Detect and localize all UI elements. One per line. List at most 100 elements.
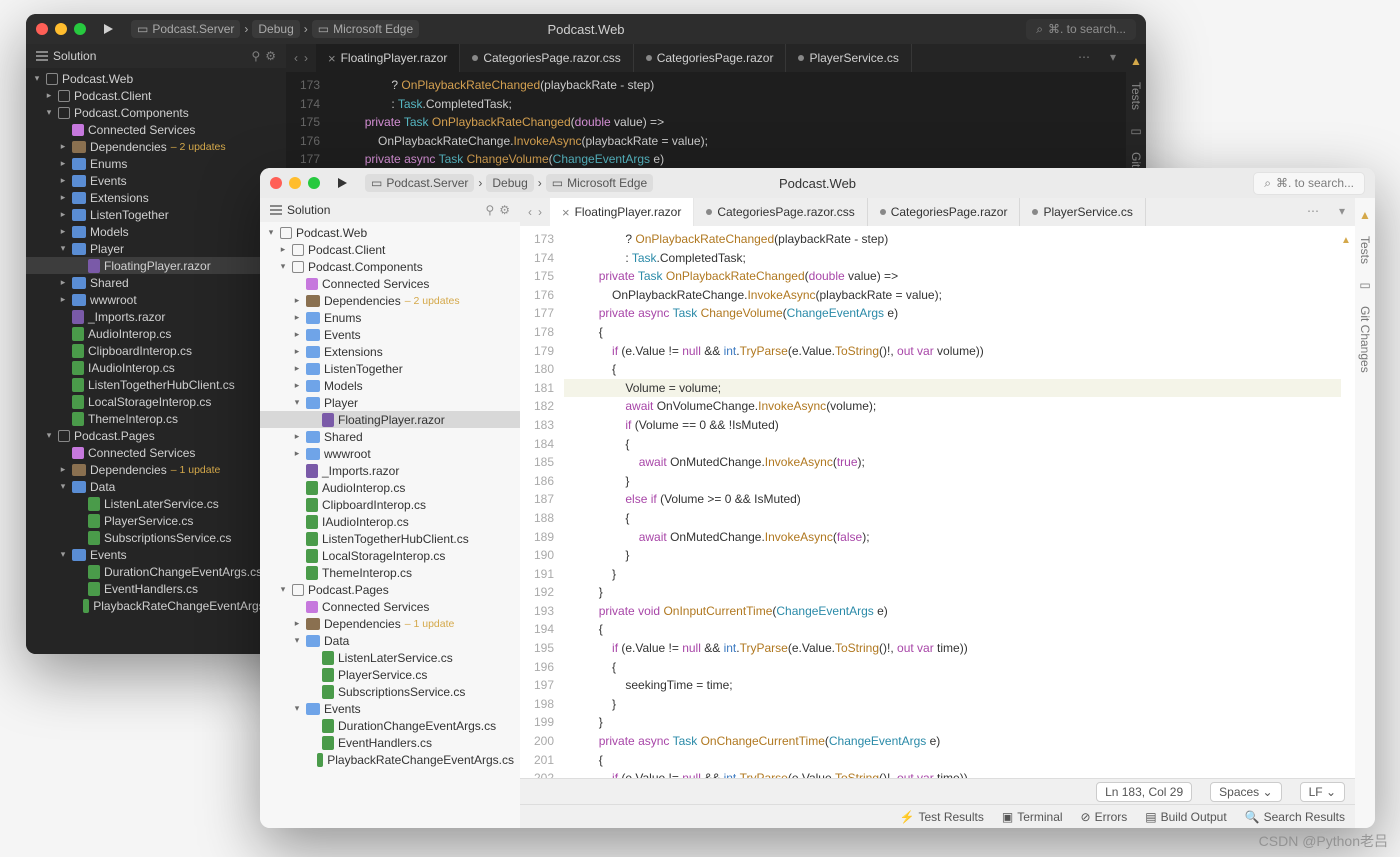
tree-item[interactable]: ▾Podcast.Web (260, 224, 520, 241)
disclosure-icon[interactable] (74, 533, 84, 543)
breadcrumb-item[interactable]: Debug (486, 174, 533, 192)
editor-tab[interactable]: PlayerService.cs (1020, 198, 1145, 226)
disclosure-icon[interactable] (308, 653, 318, 663)
panel-tab[interactable]: 🔍 Search Results (1245, 810, 1345, 824)
disclosure-icon[interactable]: ▸ (58, 227, 68, 237)
code-line[interactable]: { (564, 620, 1341, 639)
code-line[interactable]: } (564, 695, 1341, 714)
disclosure-icon[interactable] (58, 414, 68, 424)
disclosure-icon[interactable]: ▾ (266, 228, 276, 238)
code-line[interactable]: } (564, 583, 1341, 602)
disclosure-icon[interactable] (58, 380, 68, 390)
disclosure-icon[interactable]: ▸ (292, 449, 302, 459)
panel-icon[interactable]: ▭ (1359, 278, 1370, 292)
search-input[interactable]: ⌕ ⌘. to search... (1253, 172, 1365, 195)
disclosure-icon[interactable] (308, 738, 318, 748)
code-line[interactable]: { (564, 751, 1341, 770)
minimize-icon[interactable] (289, 177, 301, 189)
disclosure-icon[interactable]: ▸ (292, 330, 302, 340)
editor-tab[interactable]: CategoriesPage.razor (868, 198, 1021, 226)
code-line[interactable]: { (564, 658, 1341, 677)
code-line[interactable]: await OnMutedChange.InvokeAsync(true); (564, 453, 1341, 472)
search-input[interactable]: ⌕ ⌘. to search... (1026, 19, 1136, 40)
tree-item[interactable]: ListenTogetherHubClient.cs (260, 530, 520, 547)
tree-item[interactable]: DurationChangeEventArgs.cs (26, 563, 286, 580)
git-panel-tab[interactable]: Git Changes (1358, 306, 1372, 373)
nav-arrows[interactable]: ‹› (286, 44, 316, 72)
code-line[interactable]: private Task OnPlaybackRateChanged(doubl… (564, 267, 1341, 286)
tree-item[interactable]: ▸Shared (260, 428, 520, 445)
tree-item[interactable]: ▾Podcast.Web (26, 70, 286, 87)
code-line[interactable]: OnPlaybackRateChange.InvokeAsync(playbac… (330, 132, 1126, 151)
code-line[interactable]: await OnMutedChange.InvokeAsync(false); (564, 528, 1341, 547)
code-line[interactable]: private Task OnPlaybackRateChanged(doubl… (330, 113, 1126, 132)
hamburger-icon[interactable] (36, 51, 48, 61)
code-body[interactable]: ? OnPlaybackRateChanged(playbackRate - s… (564, 226, 1341, 778)
tree-item[interactable]: ▸wwwroot (260, 445, 520, 462)
tree-item[interactable]: ▸Events (260, 326, 520, 343)
gear-icon[interactable]: ⚙ (265, 49, 276, 63)
cursor-position[interactable]: Ln 183, Col 29 (1096, 782, 1192, 802)
panel-tab[interactable]: ▣ Terminal (1002, 810, 1063, 824)
disclosure-icon[interactable]: ▸ (292, 313, 302, 323)
tree-item[interactable]: ThemeInterop.cs (26, 410, 286, 427)
minimize-icon[interactable] (55, 23, 67, 35)
disclosure-icon[interactable]: ▸ (292, 296, 302, 306)
tree-item[interactable]: IAudioInterop.cs (26, 359, 286, 376)
tree-item[interactable]: FloatingPlayer.razor (26, 257, 286, 274)
solution-tree[interactable]: ▾Podcast.Web▸Podcast.Client▾Podcast.Comp… (26, 68, 286, 616)
tab-overflow-icon[interactable]: ⋯ (1068, 44, 1100, 72)
tree-item[interactable]: ▸Dependencies – 1 update (26, 461, 286, 478)
disclosure-icon[interactable]: ▾ (278, 585, 288, 595)
disclosure-icon[interactable]: ▾ (58, 244, 68, 254)
tree-item[interactable]: ClipboardInterop.cs (26, 342, 286, 359)
panel-icon[interactable]: ▭ (1130, 124, 1141, 138)
close-icon[interactable] (36, 23, 48, 35)
disclosure-icon[interactable]: ▸ (292, 619, 302, 629)
code-line[interactable]: seekingTime = time; (564, 676, 1341, 695)
breadcrumb-item[interactable]: ▭ Microsoft Edge (312, 20, 419, 38)
tree-item[interactable]: ▸Enums (26, 155, 286, 172)
tree-item[interactable]: IAudioInterop.cs (260, 513, 520, 530)
disclosure-icon[interactable]: ▸ (44, 91, 54, 101)
disclosure-icon[interactable] (58, 125, 68, 135)
disclosure-icon[interactable]: ▸ (58, 295, 68, 305)
disclosure-icon[interactable] (308, 755, 313, 765)
close-icon[interactable] (270, 177, 282, 189)
split-icon[interactable]: ▾ (1329, 198, 1355, 226)
tree-item[interactable]: AudioInterop.cs (26, 325, 286, 342)
disclosure-icon[interactable]: ▾ (58, 482, 68, 492)
tree-item[interactable]: ClipboardInterop.cs (260, 496, 520, 513)
disclosure-icon[interactable] (308, 670, 318, 680)
run-target-breadcrumb[interactable]: ▭ Podcast.Server›Debug›▭ Microsoft Edge (131, 20, 419, 38)
tree-item[interactable]: ListenLaterService.cs (26, 495, 286, 512)
tree-item[interactable]: _Imports.razor (260, 462, 520, 479)
disclosure-icon[interactable] (292, 483, 302, 493)
code-line[interactable]: { (564, 435, 1341, 454)
nav-back-icon[interactable]: ‹ (294, 51, 298, 65)
tree-item[interactable]: ▾Podcast.Components (260, 258, 520, 275)
tree-item[interactable]: Connected Services (26, 444, 286, 461)
indent-mode[interactable]: Spaces ⌄ (1210, 782, 1281, 802)
tree-item[interactable]: _Imports.razor (26, 308, 286, 325)
code-line[interactable]: if (e.Value != null && int.TryParse(e.Va… (564, 769, 1341, 778)
line-ending[interactable]: LF ⌄ (1300, 782, 1345, 802)
disclosure-icon[interactable]: ▾ (292, 704, 302, 714)
code-line[interactable]: { (564, 360, 1341, 379)
tree-item[interactable]: ▸Podcast.Client (260, 241, 520, 258)
breadcrumb-item[interactable]: Debug (252, 20, 299, 38)
breadcrumb-item[interactable]: ▭ Microsoft Edge (546, 174, 653, 192)
code-line[interactable]: : Task.CompletedTask; (564, 249, 1341, 268)
disclosure-icon[interactable]: ▸ (58, 465, 68, 475)
code-line[interactable]: await OnVolumeChange.InvokeAsync(volume)… (564, 397, 1341, 416)
editor-tab[interactable]: × FloatingPlayer.razor (316, 44, 460, 72)
disclosure-icon[interactable]: ▸ (58, 159, 68, 169)
editor-tab[interactable]: PlayerService.cs (786, 44, 911, 72)
editor-tab[interactable]: × FloatingPlayer.razor (550, 198, 694, 226)
code-line[interactable]: } (564, 546, 1341, 565)
disclosure-icon[interactable] (74, 567, 84, 577)
code-line[interactable]: if (e.Value != null && int.TryParse(e.Va… (564, 639, 1341, 658)
tree-item[interactable]: ▸Dependencies – 2 updates (26, 138, 286, 155)
tab-overflow-icon[interactable]: ⋯ (1297, 198, 1329, 226)
tests-panel-tab[interactable]: Tests (1129, 82, 1143, 110)
